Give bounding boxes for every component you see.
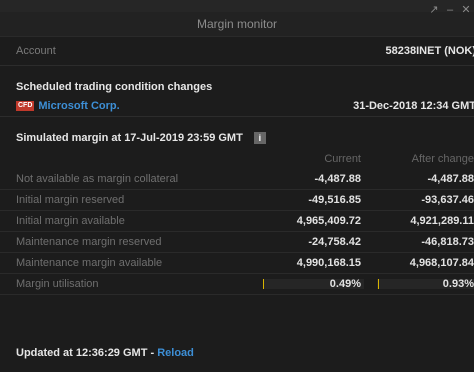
table-row: Initial margin reserved -49,516.85 -93,6…: [0, 189, 474, 211]
account-row: Account 58238INET (NOK): [0, 37, 474, 66]
table-row: Initial margin available 4,965,409.72 4,…: [0, 210, 474, 232]
utilisation-fill-current: [263, 279, 265, 289]
current-value: -49,516.85: [260, 189, 374, 211]
instrument-link[interactable]: Microsoft Corp.: [38, 100, 119, 112]
column-header-current: Current: [324, 153, 361, 165]
current-value: 4,990,168.15: [260, 252, 374, 274]
cfd-badge: CFD: [16, 101, 35, 112]
after-value: -46,818.73: [374, 231, 474, 253]
window-titlebar: [0, 0, 474, 12]
footer-status: Updated at 12:36:29 GMT - Reload: [16, 347, 194, 359]
after-value: 0.93%: [442, 278, 474, 290]
simulated-margin-title: Simulated margin at 17-Jul-2019 23:59 GM…: [0, 127, 474, 149]
simulated-margin-label: Simulated margin at 17-Jul-2019 23:59 GM…: [16, 132, 243, 144]
table-row: Maintenance margin available 4,990,168.1…: [0, 252, 474, 274]
minimize-icon[interactable]: –: [442, 4, 458, 16]
row-label: Maintenance margin available: [0, 252, 260, 274]
after-utilisation-cell: 0.93%: [374, 273, 474, 295]
updated-text: Updated at 12:36:29 GMT -: [16, 347, 158, 359]
column-header-after: After change: [411, 153, 474, 165]
pin-icon[interactable]: ↗: [426, 4, 442, 16]
account-value: 58238INET (NOK): [385, 45, 474, 57]
info-icon[interactable]: i: [253, 132, 266, 145]
current-value: -24,758.42: [260, 231, 374, 253]
scheduled-changes-section: Scheduled trading condition changes CFD M…: [0, 78, 474, 117]
reload-link[interactable]: Reload: [157, 347, 194, 359]
after-value: 4,921,289.11: [374, 210, 474, 232]
table-row: Maintenance margin reserved -24,758.42 -…: [0, 231, 474, 253]
row-label: Not available as margin collateral: [0, 169, 260, 190]
after-value: -93,637.46: [374, 189, 474, 211]
window-controls: ↗ – ✕: [426, 0, 474, 20]
current-value: -4,487.88: [260, 169, 374, 190]
close-icon[interactable]: ✕: [458, 4, 474, 16]
row-label: Initial margin reserved: [0, 189, 260, 211]
table-header-row: Current After change: [0, 149, 474, 169]
current-value: 4,965,409.72: [260, 210, 374, 232]
account-label: Account: [16, 45, 56, 57]
scheduled-changes-title: Scheduled trading condition changes: [16, 81, 213, 93]
after-value: 4,968,107.84: [374, 252, 474, 274]
utilisation-fill-after: [377, 279, 379, 289]
table-row: Not available as margin collateral -4,48…: [0, 169, 474, 190]
row-label: Margin utilisation: [0, 273, 260, 295]
scheduled-change-row: CFD Microsoft Corp. 31-Dec-2018 12:34 GMT: [0, 96, 474, 117]
margin-table: Current After change Not available as ma…: [0, 149, 474, 295]
row-label: Initial margin available: [0, 210, 260, 232]
change-date: 31-Dec-2018 12:34 GMT: [353, 100, 474, 112]
margin-utilisation-row: Margin utilisation 0.49% 0.93%: [0, 273, 474, 295]
current-utilisation-cell: 0.49%: [260, 273, 374, 295]
margin-monitor-window: ↗ – ✕ Margin monitor Account 58238INET (…: [0, 0, 474, 372]
page-title: Margin monitor: [0, 12, 474, 37]
current-value: 0.49%: [329, 278, 361, 290]
row-label: Maintenance margin reserved: [0, 231, 260, 253]
after-value: -4,487.88: [374, 169, 474, 190]
